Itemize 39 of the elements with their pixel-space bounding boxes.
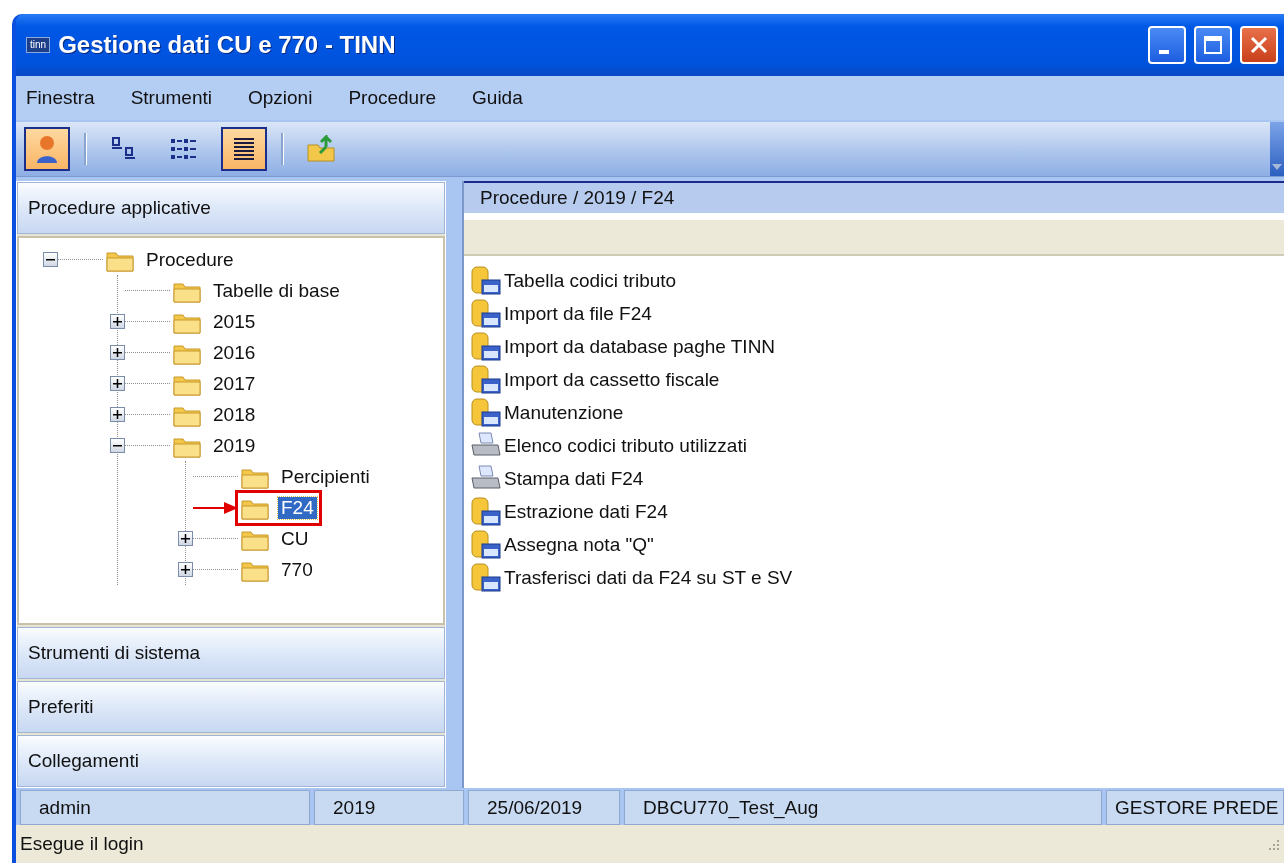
menu-item[interactable]: Opzioni	[247, 87, 313, 109]
tree-item[interactable]: F24	[278, 496, 317, 519]
sidebar-section-header[interactable]: Preferiti	[17, 681, 445, 733]
tree-item[interactable]: 2015	[210, 310, 259, 333]
app-badge: tinn	[26, 37, 51, 53]
status-pane: GESTORE PREDE	[1106, 790, 1284, 825]
status-pane: 2019	[314, 790, 464, 825]
command-link[interactable]: Tabella codici tributo	[504, 269, 677, 292]
tree-item[interactable]: 770	[278, 558, 316, 581]
tree-item[interactable]: Tabelle di base	[210, 279, 343, 302]
command-link[interactable]: Trasferisci dati da F24 su ST e SV	[504, 566, 793, 589]
tree-item[interactable]: 2018	[210, 403, 259, 426]
sidebar-section-header[interactable]: Procedure applicative	[17, 182, 445, 234]
command-link[interactable]: Import da database paghe TINN	[504, 335, 776, 358]
tree-item[interactable]: Percipienti	[278, 465, 373, 488]
sidebar-section-header[interactable]: Collegamenti	[17, 735, 445, 787]
menu-item[interactable]: Finestra	[26, 87, 95, 109]
tree-item[interactable]: CU	[278, 527, 312, 550]
tree-item[interactable]: 2019	[210, 434, 259, 457]
command-link[interactable]: Stampa dati F24	[504, 467, 644, 490]
command-link[interactable]: Assegna nota "Q"	[504, 533, 654, 556]
menu-item[interactable]: Strumenti	[130, 87, 212, 109]
command-link[interactable]: Estrazione dati F24	[504, 500, 668, 523]
command-link[interactable]: Import da file F24	[504, 302, 652, 325]
tree-item[interactable]: 2017	[210, 372, 259, 395]
status-pane: DBCU770_Test_Aug	[624, 790, 1102, 825]
command-link[interactable]: Elenco codici tributo utilizzati	[504, 434, 747, 457]
menu-item[interactable]: Procedure	[348, 87, 437, 109]
window-title: Gestione dati CU e 770 - TINN	[58, 31, 397, 59]
status-pane: 25/06/2019	[468, 790, 620, 825]
breadcrumb-path: Procedure / 2019 / F24	[464, 181, 1284, 213]
status-pane: admin	[20, 790, 310, 825]
tree-item[interactable]: 2016	[210, 341, 259, 364]
menu-item[interactable]: Guida	[472, 87, 523, 109]
sidebar-section-header[interactable]: Strumenti di sistema	[17, 627, 445, 679]
status-text: Esegue il login	[20, 833, 144, 855]
command-link[interactable]: Manutenzione	[504, 401, 624, 424]
command-link[interactable]: Import da cassetto fiscale	[504, 368, 720, 391]
tree-item[interactable]: Procedure	[143, 248, 237, 271]
